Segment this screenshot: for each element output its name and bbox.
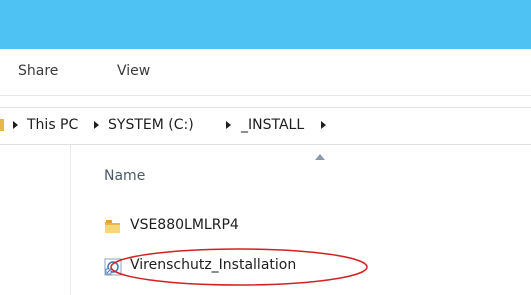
window-title-bar bbox=[0, 0, 531, 49]
list-item-label: VSE880LMLRP4 bbox=[130, 217, 239, 233]
folder-icon bbox=[104, 218, 122, 236]
address-bar[interactable]: This PC SYSTEM (C:) _INSTALL bbox=[0, 107, 531, 145]
column-header-name[interactable]: Name bbox=[70, 145, 531, 185]
list-item[interactable]: VSE880LMLRP4 bbox=[100, 216, 460, 238]
breadcrumb-install[interactable]: _INSTALL bbox=[241, 117, 304, 133]
folder-icon bbox=[0, 119, 4, 131]
breadcrumb-system-c[interactable]: SYSTEM (C:) bbox=[108, 117, 194, 133]
list-item-label: Virenschutz_Installation bbox=[130, 257, 297, 273]
chevron-right-icon[interactable] bbox=[319, 118, 329, 132]
chevron-right-icon[interactable] bbox=[224, 118, 234, 132]
sort-ascending-icon bbox=[314, 146, 326, 160]
ribbon-spacer bbox=[0, 96, 531, 107]
column-name-label: Name bbox=[104, 168, 146, 184]
chevron-right-icon[interactable] bbox=[11, 118, 21, 132]
ribbon: Share View bbox=[0, 49, 531, 96]
chevron-right-icon[interactable] bbox=[92, 118, 102, 132]
tab-view[interactable]: View bbox=[117, 63, 150, 79]
shortcut-icon bbox=[104, 258, 122, 276]
breadcrumb-this-pc[interactable]: This PC bbox=[27, 117, 78, 133]
list-item[interactable]: Virenschutz_Installation bbox=[100, 256, 460, 278]
file-list: Name VSE880LMLRP4 Virenschutz_Installati… bbox=[0, 145, 531, 295]
tab-share[interactable]: Share bbox=[18, 63, 58, 79]
